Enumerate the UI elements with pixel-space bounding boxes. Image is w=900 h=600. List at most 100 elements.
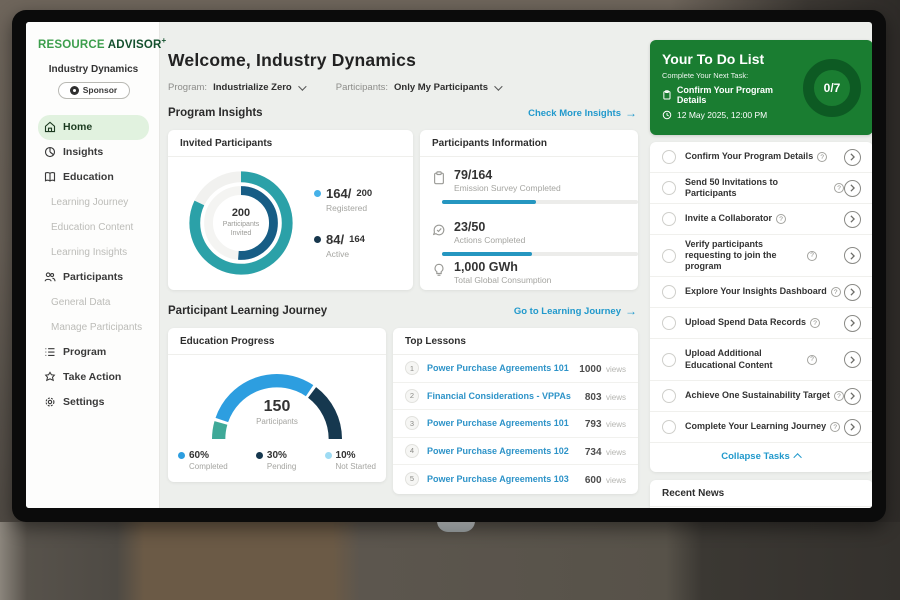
task-checkbox[interactable]: [662, 150, 676, 164]
task-row[interactable]: Confirm Your Program Details ?: [650, 142, 872, 173]
sidebar-item-learning-insights[interactable]: Learning Insights: [38, 240, 149, 265]
views-label: views: [606, 365, 626, 374]
collapse-tasks-link[interactable]: Collapse Tasks: [650, 443, 872, 469]
registered-label: Registered: [326, 203, 372, 213]
sidebar-item-label: Learning Insights: [51, 247, 127, 258]
progress-fill: [442, 200, 536, 204]
sidebar-item-take-action[interactable]: Take Action: [38, 365, 149, 390]
participants-information-card: Participants Information 79/164 Emission…: [420, 130, 638, 290]
task-go-button[interactable]: [844, 315, 861, 332]
lesson-link[interactable]: Power Purchase Agreements 102: [427, 446, 585, 456]
todo-next-task: Confirm Your Program Details: [677, 85, 803, 105]
task-row[interactable]: Verify participants requesting to join t…: [650, 235, 872, 277]
info-icon: ?: [831, 287, 841, 297]
sidebar-item-label: General Data: [51, 297, 110, 308]
lesson-link[interactable]: Financial Considerations - VPPAs: [427, 391, 585, 401]
sidebar-item-label: Learning Journey: [51, 197, 128, 208]
check-more-insights-link[interactable]: Check More Insights →: [528, 106, 637, 120]
task-go-button[interactable]: [844, 180, 861, 197]
task-checkbox[interactable]: [662, 420, 676, 434]
task-checkbox[interactable]: [662, 249, 676, 263]
sidebar-item-insights[interactable]: Insights: [38, 140, 149, 165]
participants-dropdown[interactable]: Participants: Only My Participants: [336, 82, 500, 93]
participants-icon: [44, 271, 56, 283]
task-checkbox[interactable]: [662, 316, 676, 330]
task-checkbox[interactable]: [662, 353, 676, 367]
task-label: Confirm Your Program Details: [685, 151, 813, 162]
lesson-link[interactable]: Power Purchase Agreements 101: [427, 363, 579, 373]
completed-label: Completed: [189, 462, 228, 471]
actions-completed-label: Actions Completed: [454, 235, 626, 245]
lesson-rank: 1: [405, 361, 419, 375]
todo-summary-card: Your To Do List Complete Your Next Task:…: [650, 40, 872, 135]
completed-pct: 60%: [189, 450, 209, 461]
task-go-button[interactable]: [844, 247, 861, 264]
task-row[interactable]: Send 50 Invitations to Participants ?: [650, 173, 872, 204]
task-row[interactable]: Upload Additional Educational Content ?: [650, 339, 872, 381]
participants-count: 150: [202, 398, 352, 416]
todo-progress-ring: 0/7: [803, 59, 861, 117]
sidebar-item-home[interactable]: Home: [38, 115, 149, 140]
arrow-right-icon: →: [625, 304, 637, 318]
chevron-right-icon: [850, 392, 855, 400]
task-go-button[interactable]: [844, 211, 861, 228]
legend-dot-registered: [314, 190, 321, 197]
legend-dot-active: [314, 236, 321, 243]
task-go-button[interactable]: [844, 284, 861, 301]
link-label: Check More Insights: [528, 108, 621, 119]
legend-pending: 30% Pending: [256, 450, 296, 471]
info-icon: ?: [810, 318, 820, 328]
link-label: Go to Learning Journey: [514, 306, 621, 317]
chevron-right-icon: [850, 215, 855, 223]
task-row[interactable]: Explore Your Insights Dashboard ?: [650, 277, 872, 308]
chevron-right-icon: [850, 153, 855, 161]
sidebar-item-label: Manage Participants: [51, 322, 142, 333]
lesson-row: 5 Power Purchase Agreements 103 600 view…: [393, 465, 638, 493]
chevron-right-icon: [850, 319, 855, 327]
donut-center-label: 200 Participants Invited: [182, 164, 300, 282]
sidebar-item-settings[interactable]: Settings: [38, 390, 149, 415]
task-checkbox[interactable]: [662, 285, 676, 299]
go-to-learning-journey-link[interactable]: Go to Learning Journey →: [514, 304, 637, 318]
task-row[interactable]: Invite a Collaborator ?: [650, 204, 872, 235]
sidebar-item-education[interactable]: Education: [38, 165, 149, 190]
list-icon: [44, 346, 56, 358]
card-title: Education Progress: [168, 328, 386, 355]
participants-filter-value: Only My Participants: [394, 82, 488, 93]
task-row[interactable]: Upload Spend Data Records ?: [650, 308, 872, 339]
task-go-button[interactable]: [844, 351, 861, 368]
sidebar-item-education-content[interactable]: Education Content: [38, 215, 149, 240]
invited-participants-donut-chart: 200 Participants Invited: [182, 164, 300, 282]
card-title: Participants Information: [420, 130, 638, 157]
sidebar-item-learning-journey[interactable]: Learning Journey: [38, 190, 149, 215]
lesson-rank: 4: [405, 444, 419, 458]
task-go-button[interactable]: [844, 388, 861, 405]
lesson-link[interactable]: Power Purchase Agreements 101: [427, 418, 585, 428]
sidebar-item-program[interactable]: Program: [38, 340, 149, 365]
task-label: Achieve One Sustainability Target: [685, 390, 830, 401]
emission-survey-value: 79/164: [454, 168, 626, 182]
desk-background: [0, 522, 900, 600]
task-checkbox[interactable]: [662, 181, 676, 195]
pending-pct: 30%: [267, 450, 287, 461]
task-checkbox[interactable]: [662, 389, 676, 403]
sidebar-item-manage-participants[interactable]: Manage Participants: [38, 315, 149, 340]
sidebar-item-label: Education: [63, 171, 114, 183]
program-dropdown[interactable]: Program: Industrialize Zero: [168, 82, 304, 93]
chevron-right-icon: [850, 356, 855, 364]
views-label: views: [606, 448, 626, 457]
organization-name: Industry Dynamics: [38, 64, 149, 75]
lesson-link[interactable]: Power Purchase Agreements 103: [427, 474, 585, 484]
lesson-row: 4 Power Purchase Agreements 102 734 view…: [393, 438, 638, 466]
task-row[interactable]: Complete Your Learning Journey ?: [650, 412, 872, 443]
views-label: views: [606, 420, 626, 429]
sidebar-item-participants[interactable]: Participants: [38, 265, 149, 290]
task-go-button[interactable]: [844, 149, 861, 166]
task-checkbox[interactable]: [662, 212, 676, 226]
todo-due-date: 12 May 2025, 12:00 PM: [677, 110, 767, 120]
task-go-button[interactable]: [844, 419, 861, 436]
task-row[interactable]: Achieve One Sustainability Target ?: [650, 381, 872, 412]
task-label: Upload Additional Educational Content: [685, 348, 803, 371]
sidebar-item-label: Participants: [63, 271, 123, 283]
sidebar-item-general-data[interactable]: General Data: [38, 290, 149, 315]
